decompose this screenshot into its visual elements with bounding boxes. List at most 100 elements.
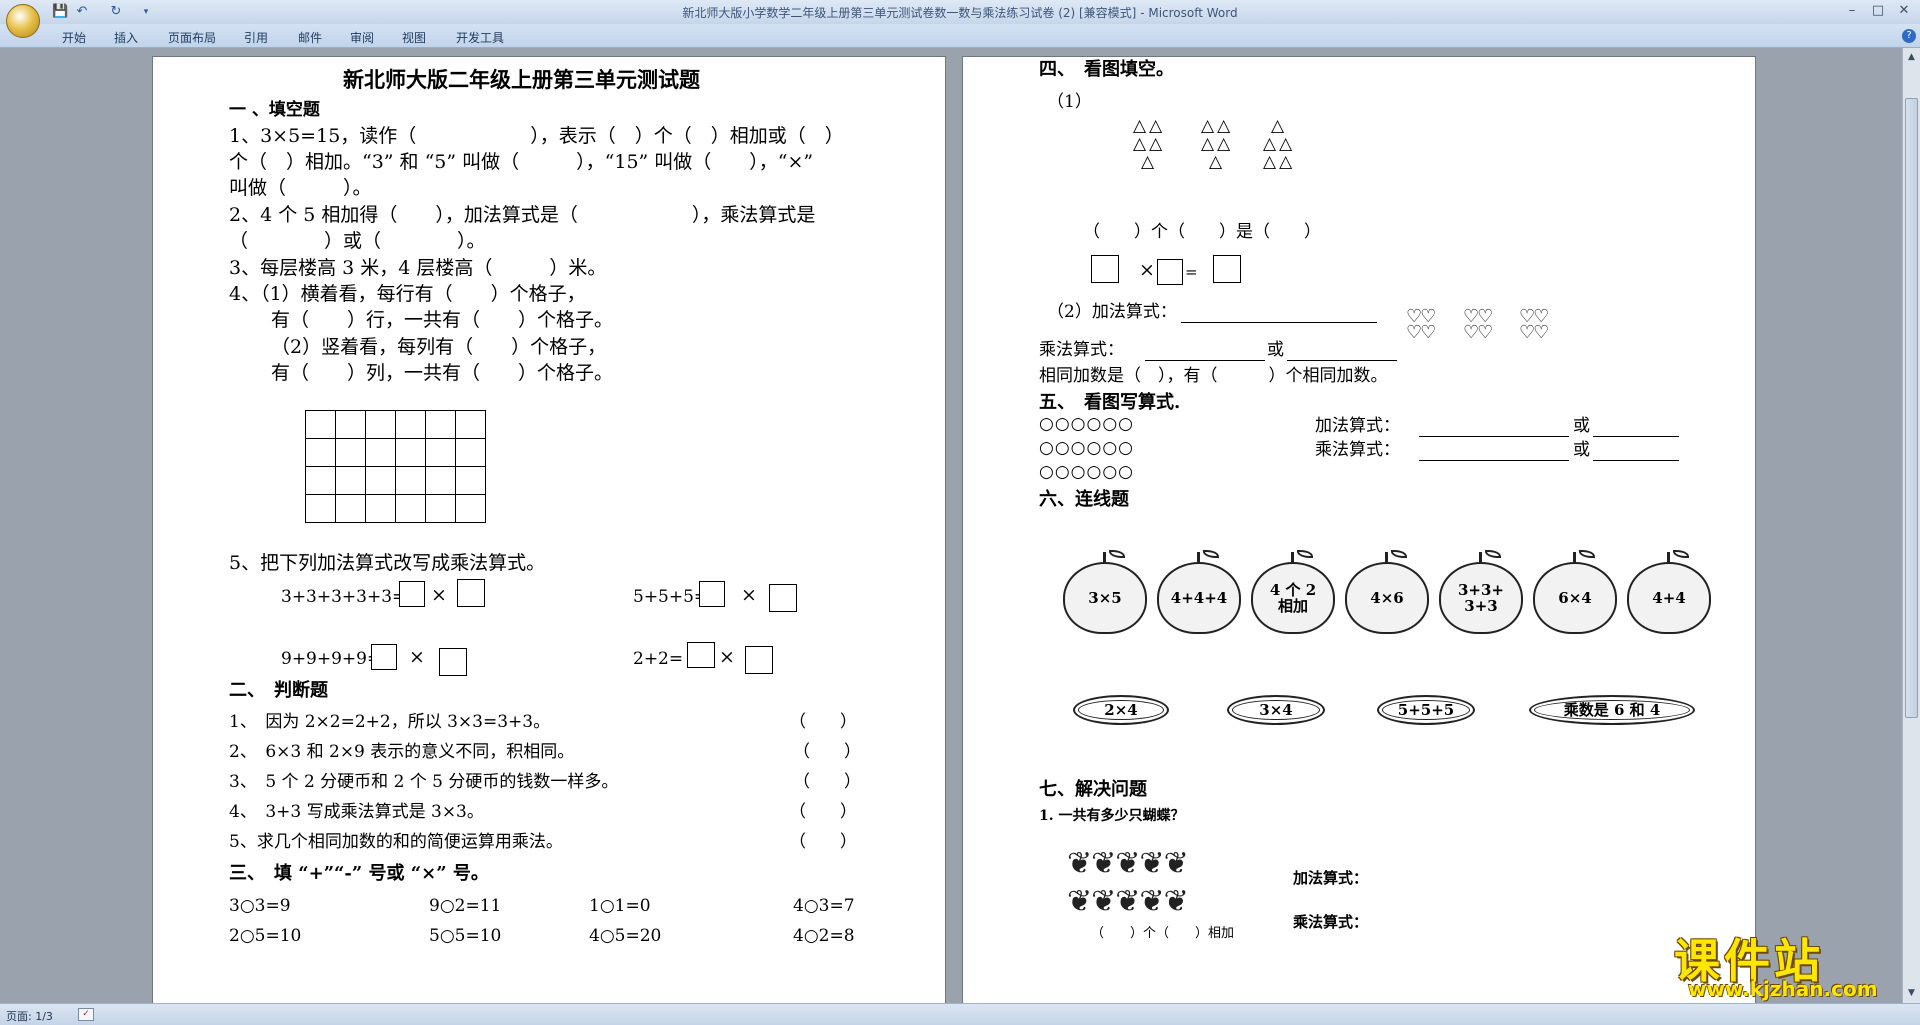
answer-box[interactable] xyxy=(399,581,425,607)
butterfly-icon: ❦ xyxy=(1091,884,1116,919)
answer-box[interactable] xyxy=(371,644,397,670)
butterfly-caption: （ ）个（ ）相加 xyxy=(1091,926,1235,941)
multiplication-label: 乘法算式： xyxy=(1315,440,1400,460)
question-2-line-1: 2、4 个 5 相加得（ ），加法算式是（ ），乘法算式是 xyxy=(229,204,816,226)
answer-line[interactable] xyxy=(1145,341,1265,361)
butterfly-icon: ❦ xyxy=(1115,846,1140,881)
answer-box[interactable] xyxy=(1091,255,1119,283)
or-label: 或 xyxy=(1267,340,1284,360)
apple-card[interactable]: 3×5 xyxy=(1063,550,1147,634)
document-area[interactable]: 新北师大版二年级上册第三单元测试题 一 、填空题 1、3×5=15，读作（ ），… xyxy=(0,48,1902,1003)
answer-box[interactable] xyxy=(699,581,725,607)
butterfly-icon: ❦ xyxy=(1115,884,1140,919)
scroll-thumb[interactable] xyxy=(1905,98,1918,718)
apple-card[interactable]: 4×6 xyxy=(1345,550,1429,634)
judge-item-4: 4、 3+3 写成乘法算式是 3×3。 xyxy=(229,802,484,822)
judge-item-1: 1、 因为 2×2=2+2，所以 3×3=3+3。 xyxy=(229,712,551,732)
section-5-heading: 五、 看图写算式. xyxy=(1039,392,1181,413)
ribbon-tabs: 开始 插入 页面布局 引用 邮件 审阅 视图 开发工具 ? xyxy=(0,24,1920,48)
answer-box[interactable] xyxy=(1213,255,1241,283)
quick-access-more-icon[interactable]: ▾ xyxy=(138,4,154,20)
section-4-heading: 四、 看图填空。 xyxy=(1039,59,1174,80)
times-sign: × xyxy=(409,646,425,668)
fill-item: 5○5=10 xyxy=(429,926,502,946)
section-4-part-1-label: （1） xyxy=(1047,92,1092,112)
apple-card[interactable]: 3+3+ 3+3 xyxy=(1439,550,1523,634)
question-1-line-2: 个（ ）相加。“3” 和 “5” 叫做（ ），“15” 叫做（ ），“×” xyxy=(229,151,814,173)
document-page-2: 四、 看图填空。 （1） △△ △△ △ △△ △△ △ △ △△ △△ （ ）个（ ）是（… xyxy=(962,56,1756,1003)
section-3-heading: 三、 填 “+”“-” 号或 “×” 号。 xyxy=(229,863,489,884)
tab-insert[interactable]: 插入 xyxy=(114,29,138,46)
equals-sign: = xyxy=(1185,263,1198,281)
window-title: 新北师大版小学数学二年级上册第三单元测试卷数一数与乘法练习试卷 (2) [兼容模… xyxy=(0,4,1920,21)
apple-card[interactable]: 4 个 2 相加 xyxy=(1251,550,1335,634)
tab-home[interactable]: 开始 xyxy=(62,29,86,46)
answer-box[interactable] xyxy=(769,584,797,612)
times-sign: × xyxy=(719,646,735,668)
circle-rows: ○○○○○○ ○○○○○○ ○○○○○○ xyxy=(1039,414,1135,482)
or-label: 或 xyxy=(1573,440,1590,460)
fill-item: 9○2=11 xyxy=(429,896,502,916)
apple-card[interactable]: 6×4 xyxy=(1533,550,1617,634)
plate-card[interactable]: 3×4 xyxy=(1227,695,1325,725)
answer-line[interactable] xyxy=(1593,441,1679,461)
help-icon[interactable]: ? xyxy=(1902,29,1916,43)
minimize-button[interactable]: – xyxy=(1838,2,1866,20)
times-sign: × xyxy=(1139,259,1155,281)
section-2-heading: 二、 判断题 xyxy=(229,680,328,701)
plate-card[interactable]: 乘数是 6 和 4 xyxy=(1529,695,1695,725)
tab-mailings[interactable]: 邮件 xyxy=(298,29,322,46)
answer-box[interactable] xyxy=(1157,259,1183,285)
answer-line[interactable] xyxy=(1419,417,1569,437)
proofing-icon[interactable]: ✓ xyxy=(78,1008,94,1021)
page-count[interactable]: 页面: 1/3 xyxy=(6,1008,53,1024)
office-button[interactable] xyxy=(6,4,40,38)
judge-paren-2: （ ） xyxy=(793,742,861,762)
plate-card[interactable]: 2×4 xyxy=(1073,695,1169,725)
answer-box[interactable] xyxy=(457,579,485,607)
answer-box[interactable] xyxy=(439,648,467,676)
plate-card[interactable]: 5+5+5 xyxy=(1377,695,1475,725)
watermark-url: www.kjzhan.com xyxy=(1688,977,1878,1001)
answer-line[interactable] xyxy=(1181,303,1377,323)
question-7-1: 1. 一共有多少只蝴蝶？ xyxy=(1039,808,1185,824)
document-page-1: 新北师大版二年级上册第三单元测试题 一 、填空题 1、3×5=15，读作（ ），… xyxy=(152,56,946,1003)
times-sign: × xyxy=(431,584,447,606)
save-icon[interactable]: 💾 xyxy=(52,4,68,20)
butterfly-row: ❦❦❦❦❦ xyxy=(1067,884,1189,919)
butterfly-icon: ❦ xyxy=(1067,846,1092,881)
undo-icon[interactable]: ↶ xyxy=(74,4,90,20)
apple-card[interactable]: 4+4+4 xyxy=(1157,550,1241,634)
judge-item-5: 5、求几个相同加数的和的简便运算用乘法。 xyxy=(229,832,563,852)
redo-icon[interactable]: ↻ xyxy=(108,4,124,20)
status-bar: 页面: 1/3 ✓ xyxy=(0,1003,1920,1025)
section-1-heading: 一 、填空题 xyxy=(229,100,320,120)
tab-page-layout[interactable]: 页面布局 xyxy=(168,29,216,46)
watermark-logo: 课件站 www.kjzhan.com xyxy=(1668,925,1920,1003)
vertical-scrollbar[interactable]: ▲ ▼ xyxy=(1902,48,1920,1003)
answer-box[interactable] xyxy=(687,642,715,668)
addition-label: 加法算式： xyxy=(1293,869,1369,887)
maximize-button[interactable]: □ xyxy=(1864,2,1892,20)
triangle-group: △△△△△ xyxy=(1133,116,1166,172)
question-4-line-4: 有（ ）列，一共有（ ）个格子。 xyxy=(271,362,614,384)
question-5-c: 9+9+9+9= xyxy=(281,649,382,669)
answer-line[interactable] xyxy=(1419,441,1569,461)
question-1-line-3: 叫做（ ）。 xyxy=(229,177,372,199)
answer-box[interactable] xyxy=(745,646,773,674)
scroll-up-icon[interactable]: ▲ xyxy=(1905,50,1918,64)
tab-developer[interactable]: 开发工具 xyxy=(456,29,504,46)
question-1-line-1: 1、3×5=15，读作（ ），表示（ ）个（ ）相加或（ ） xyxy=(229,125,844,147)
heart-group: ♡♡ ♡♡ xyxy=(1463,306,1493,343)
tab-view[interactable]: 视图 xyxy=(402,29,426,46)
answer-line[interactable] xyxy=(1593,417,1679,437)
apple-card[interactable]: 4+4 xyxy=(1627,550,1711,634)
tab-references[interactable]: 引用 xyxy=(244,29,268,46)
tab-review[interactable]: 审阅 xyxy=(350,29,374,46)
judge-paren-5: （ ） xyxy=(789,832,857,852)
close-button[interactable]: ✕ xyxy=(1890,2,1918,20)
multiplication-label: 乘法算式： xyxy=(1293,913,1369,931)
answer-line[interactable] xyxy=(1287,341,1397,361)
question-5-b: 5+5+5= xyxy=(633,587,709,607)
judge-paren-3: （ ） xyxy=(793,772,861,792)
